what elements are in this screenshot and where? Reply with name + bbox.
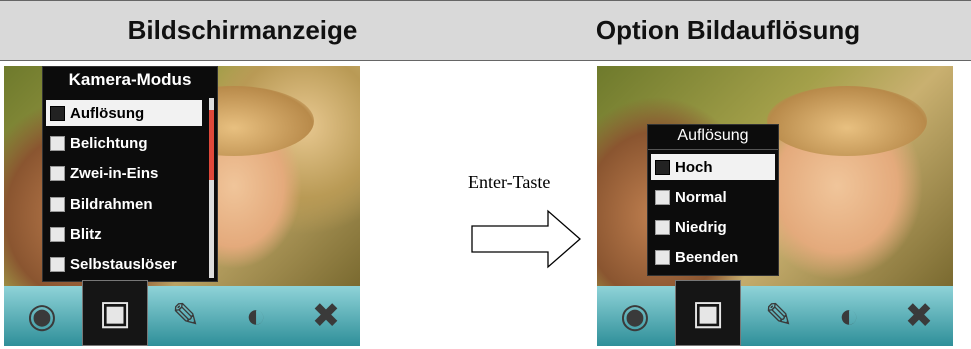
resolution-icon [50, 105, 65, 121]
frame-icon [50, 196, 65, 212]
tools-icon[interactable]: ✖ [887, 288, 951, 344]
menu-item-flash[interactable]: Blitz [46, 221, 202, 247]
menu-item-label: Blitz [70, 225, 102, 243]
exit-icon [655, 249, 670, 265]
menu-item-label: Normal [675, 188, 727, 206]
high-res-icon [655, 159, 670, 175]
header-bar: Bildschirmanzeige Option Bildauflösung [0, 0, 971, 61]
menu-item-label: Auflösung [70, 104, 145, 122]
exposure-icon [50, 135, 65, 151]
menu-item-label: Selbstauslöser [70, 255, 177, 273]
menu-item-label: Belichtung [70, 134, 148, 152]
menu-item-label: Zwei-in-Eins [70, 164, 159, 182]
menu-item-label: Bildrahmen [70, 195, 153, 213]
enter-key-label: Enter-Taste [468, 172, 551, 192]
menu-item-exit[interactable]: Beenden [651, 244, 775, 270]
menu-item-label: Niedrig [675, 218, 727, 236]
film-reel-icon[interactable]: ◉ [10, 288, 74, 344]
left-header-title: Bildschirmanzeige [127, 15, 358, 45]
camera-icon[interactable]: ▣ [675, 280, 741, 346]
low-res-icon [655, 219, 670, 235]
right-arrow-icon [471, 209, 581, 269]
scrollbar-thumb[interactable] [209, 110, 214, 180]
menu-item-low[interactable]: Niedrig [651, 214, 775, 240]
right-camera-screen: Auflösung Hoch Normal Niedrig Beenden ◉ … [597, 66, 953, 346]
resolution-menu: Auflösung Hoch Normal Niedrig Beenden [647, 124, 779, 276]
menu-item-normal[interactable]: Normal [651, 184, 775, 210]
menu-item-high[interactable]: Hoch [651, 154, 775, 180]
menu-title: Kamera-Modus [68, 70, 192, 89]
palette-icon[interactable]: ◐ [817, 288, 881, 344]
normal-res-icon [655, 189, 670, 205]
camera-mode-menu: Kamera-Modus Auflösung Belichtung Zwei-i… [42, 66, 218, 282]
menu-item-two-in-one[interactable]: Zwei-in-Eins [46, 160, 202, 186]
right-header-title: Option Bildauflösung [595, 15, 861, 45]
tools-icon[interactable]: ✖ [294, 288, 358, 344]
menu-item-resolution[interactable]: Auflösung [46, 100, 202, 126]
self-timer-icon [50, 256, 65, 272]
two-in-one-icon [50, 165, 65, 181]
microphone-icon[interactable]: ✎ [154, 288, 218, 344]
palette-icon[interactable]: ◐ [224, 288, 288, 344]
menu-title: Auflösung [648, 125, 778, 150]
menu-item-exposure[interactable]: Belichtung [46, 130, 202, 156]
camera-icon[interactable]: ▣ [82, 280, 148, 346]
film-reel-icon[interactable]: ◉ [603, 288, 667, 344]
left-camera-screen: Kamera-Modus Auflösung Belichtung Zwei-i… [4, 66, 360, 346]
microphone-icon[interactable]: ✎ [747, 288, 811, 344]
menu-item-label: Beenden [675, 248, 739, 266]
menu-item-self-timer[interactable]: Selbstauslöser [46, 251, 202, 277]
menu-scrollbar[interactable] [209, 98, 214, 278]
menu-item-frame[interactable]: Bildrahmen [46, 191, 202, 217]
menu-item-label: Hoch [675, 158, 713, 176]
flash-icon [50, 226, 65, 242]
